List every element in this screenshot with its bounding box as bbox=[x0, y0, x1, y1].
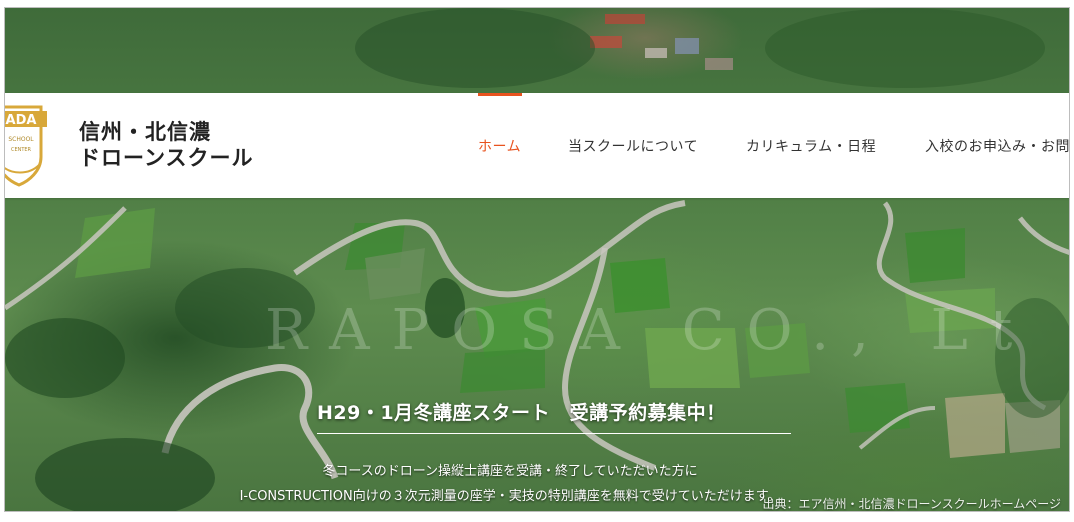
image-watermark: RAPOSA CO., Lt bbox=[265, 298, 1035, 363]
nav-item-about[interactable]: 当スクールについて bbox=[568, 136, 698, 156]
source-credit: 出典：エア信州・北信濃ドローンスクールホームページ bbox=[762, 497, 1061, 511]
aerial-landscape-illustration bbox=[5, 8, 1069, 511]
headline-divider bbox=[317, 433, 791, 434]
hero-headline: H29・1月冬講座スタート 受講予約募集中！ bbox=[317, 402, 726, 424]
nav-item-application[interactable]: 入校のお申込み・お問 bbox=[925, 136, 1069, 156]
hero-background-image: RAPOSA CO., Lt bbox=[5, 8, 1069, 511]
nav-item-curriculum[interactable]: カリキュラム・日程 bbox=[746, 136, 876, 156]
active-nav-indicator bbox=[478, 93, 522, 96]
hero-description-line1: 冬コースのドローン操縦士講座を受講・終了していただいた方に bbox=[322, 464, 698, 479]
browser-viewport: RAPOSA CO., Lt ADA SCHOOL CENTER 信州・北信濃 … bbox=[4, 7, 1070, 512]
nav-item-home[interactable]: ホーム bbox=[478, 136, 521, 156]
main-navigation: ホーム 当スクールについて カリキュラム・日程 入校のお申込み・お問 bbox=[5, 136, 1069, 158]
site-header: ADA SCHOOL CENTER 信州・北信濃 ドローンスクール ホーム 当ス… bbox=[5, 93, 1069, 198]
logo-letters: ADA bbox=[6, 113, 37, 128]
